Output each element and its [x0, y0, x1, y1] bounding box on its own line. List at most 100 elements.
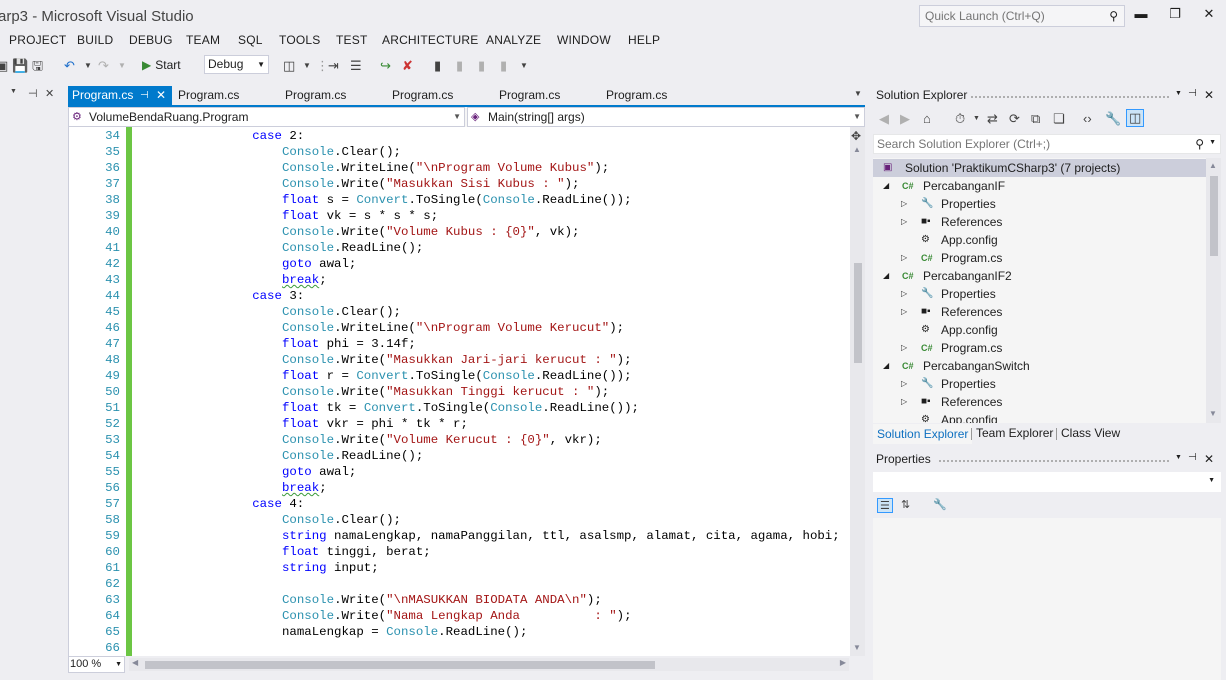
- close-icon[interactable]: ✕: [45, 87, 54, 100]
- code-line[interactable]: Console.Clear();: [282, 304, 401, 320]
- menu-help[interactable]: HELP: [628, 33, 660, 47]
- bookmark-nav-icon[interactable]: ↪: [380, 57, 391, 75]
- code-line[interactable]: Console.Write("Masukkan Sisi Kubus : ");: [282, 176, 579, 192]
- solution-configuration-select[interactable]: Debug ▼: [204, 55, 269, 74]
- expanded-arrow-icon[interactable]: ◢: [883, 267, 889, 285]
- code-line[interactable]: Console.Write("Nama Lengkap Anda : ");: [282, 608, 632, 624]
- collapsed-arrow-icon[interactable]: ▷: [901, 213, 907, 231]
- code-line[interactable]: float tinggi, berat;: [282, 544, 431, 560]
- properties-object-select[interactable]: ▼: [873, 472, 1221, 492]
- sync-icon[interactable]: ⇄: [987, 111, 998, 127]
- code-line[interactable]: Console.ReadLine();: [282, 448, 423, 464]
- dropdown-icon[interactable]: ▼: [1175, 90, 1182, 97]
- collapsed-arrow-icon[interactable]: ▷: [901, 393, 907, 411]
- preview-selected-items-icon[interactable]: ◫: [1126, 109, 1145, 127]
- tab-program-cs-2[interactable]: Program.cs: [174, 86, 239, 105]
- save-icon[interactable]: ▣: [0, 57, 8, 75]
- code-line[interactable]: Console.Clear();: [282, 512, 401, 528]
- code-line[interactable]: Console.WriteLine("\nProgram Volume Keru…: [282, 320, 624, 336]
- grip-dots[interactable]: [938, 459, 1170, 464]
- tree-item[interactable]: ◢ C# PercabanganIF2: [873, 267, 1206, 285]
- prev-bookmark-icon[interactable]: ▮: [456, 57, 463, 75]
- code-line[interactable]: Console.Write("Masukkan Tinggi kerucut :…: [282, 384, 609, 400]
- menu-window[interactable]: WINDOW: [557, 33, 611, 47]
- tree-item[interactable]: ▷ ■▪ References: [873, 393, 1206, 411]
- code-line[interactable]: float tk = Convert.ToSingle(Console.Read…: [282, 400, 639, 416]
- save-icon[interactable]: 💾: [12, 57, 28, 75]
- breakpoint-icon[interactable]: ✘: [402, 57, 413, 75]
- undo-dropdown-icon[interactable]: ▼: [84, 57, 92, 75]
- tree-item[interactable]: ▷ C# Program.cs: [873, 339, 1206, 357]
- code-line[interactable]: string input;: [282, 560, 379, 576]
- redo-icon[interactable]: ↷: [98, 57, 109, 75]
- next-bookmark-icon[interactable]: ▮: [478, 57, 485, 75]
- pin-icon[interactable]: ⊣: [28, 87, 38, 100]
- scroll-down-icon[interactable]: ▼: [853, 643, 861, 652]
- code-line[interactable]: namaLengkap = Console.ReadLine();: [282, 624, 527, 640]
- editor-horizontal-scrollbar[interactable]: ◀ ▶: [129, 658, 849, 671]
- collapsed-arrow-icon[interactable]: ▷: [901, 195, 907, 213]
- save-all-icon[interactable]: 🖫: [32, 57, 43, 75]
- back-icon[interactable]: ◀: [879, 111, 889, 127]
- tab-program-cs-4[interactable]: Program.cs: [388, 86, 453, 105]
- code-line[interactable]: break;: [282, 480, 327, 496]
- tree-item[interactable]: ⚙ App.config: [873, 231, 1206, 249]
- collapse-all-icon[interactable]: ⧉: [1031, 111, 1040, 127]
- code-line[interactable]: float r = Convert.ToSingle(Console.ReadL…: [282, 368, 632, 384]
- code-line[interactable]: Console.Write("Volume Kubus : {0}", vk);: [282, 224, 579, 240]
- expanded-arrow-icon[interactable]: ◢: [883, 177, 889, 195]
- categorized-icon[interactable]: ☰: [877, 498, 893, 513]
- menu-architecture[interactable]: ARCHITECTURE: [382, 33, 478, 47]
- home-icon[interactable]: ⌂: [923, 111, 931, 126]
- code-line[interactable]: goto awal;: [282, 256, 356, 272]
- search-icon[interactable]: ⚲: [1109, 9, 1118, 23]
- tab-program-cs-5[interactable]: Program.cs: [495, 86, 560, 105]
- properties-icon[interactable]: 🔧: [1105, 111, 1121, 127]
- expanded-arrow-icon[interactable]: ◢: [883, 357, 889, 375]
- find-dropdown-icon[interactable]: ▼: [303, 57, 311, 75]
- tree-item[interactable]: ▷ ■▪ References: [873, 213, 1206, 231]
- pin-icon[interactable]: ⊣: [140, 86, 149, 105]
- code-line[interactable]: Console.Write("Volume Kerucut : {0}", vk…: [282, 432, 602, 448]
- code-line[interactable]: Console.Clear();: [282, 144, 401, 160]
- scrollbar-thumb[interactable]: [1210, 176, 1218, 256]
- pending-changes-icon[interactable]: ⏱: [955, 111, 965, 127]
- menu-team[interactable]: TEAM: [186, 33, 220, 47]
- tree-item[interactable]: ▷ 🔧 Properties: [873, 375, 1206, 393]
- code-line[interactable]: float s = Convert.ToSingle(Console.ReadL…: [282, 192, 632, 208]
- toolbar-options-icon[interactable]: ▼: [520, 57, 528, 75]
- collapsed-arrow-icon[interactable]: ▷: [901, 303, 907, 321]
- scroll-up-icon[interactable]: ▲: [1209, 161, 1217, 170]
- redo-dropdown-icon[interactable]: ▼: [118, 57, 126, 75]
- menu-tools[interactable]: TOOLS: [279, 33, 320, 47]
- code-line[interactable]: goto awal;: [282, 464, 356, 480]
- forward-icon[interactable]: ▶: [900, 111, 910, 127]
- undo-icon[interactable]: ↶: [64, 57, 75, 75]
- alphabetical-icon[interactable]: ⇅: [901, 498, 910, 511]
- restore-button[interactable]: ❐: [1162, 6, 1188, 26]
- tree-item[interactable]: ◢ C# PercabanganIF: [873, 177, 1206, 195]
- code-line[interactable]: break;: [282, 272, 327, 288]
- dropdown-icon[interactable]: ▼: [1175, 454, 1182, 461]
- format-icon[interactable]: ☰: [350, 57, 362, 75]
- scroll-down-icon[interactable]: ▼: [1209, 409, 1217, 418]
- menu-analyze[interactable]: ANALYZE: [486, 33, 541, 47]
- clear-bookmarks-icon[interactable]: ▮: [500, 57, 507, 75]
- chevron-down-icon[interactable]: ▼: [1209, 139, 1216, 146]
- close-icon[interactable]: ✕: [1204, 452, 1214, 466]
- tree-item[interactable]: ◢ C# PercabanganSwitch: [873, 357, 1206, 375]
- find-icon[interactable]: ◫: [283, 57, 295, 75]
- tree-item[interactable]: ▷ 🔧 Properties: [873, 285, 1206, 303]
- tab-list-dropdown-icon[interactable]: ▼: [854, 89, 862, 98]
- zoom-select[interactable]: 100 % ▼: [68, 656, 125, 673]
- solution-tree-scrollbar[interactable]: ▲ ▼: [1206, 158, 1221, 423]
- grip-dots[interactable]: [970, 95, 1170, 100]
- tab-class-view[interactable]: Class View: [1057, 424, 1124, 444]
- members-dropdown[interactable]: ◈ Main(string[] args) ▼: [467, 107, 865, 127]
- solution-explorer-search[interactable]: ⚲ ▼: [873, 134, 1221, 154]
- scrollbar-thumb[interactable]: [145, 661, 655, 669]
- code-line[interactable]: Console.Write("Masukkan Jari-jari kerucu…: [282, 352, 632, 368]
- indent-icon[interactable]: ⇥: [328, 57, 339, 75]
- tab-solution-explorer[interactable]: Solution Explorer: [873, 424, 973, 444]
- code-line[interactable]: float phi = 3.14f;: [282, 336, 416, 352]
